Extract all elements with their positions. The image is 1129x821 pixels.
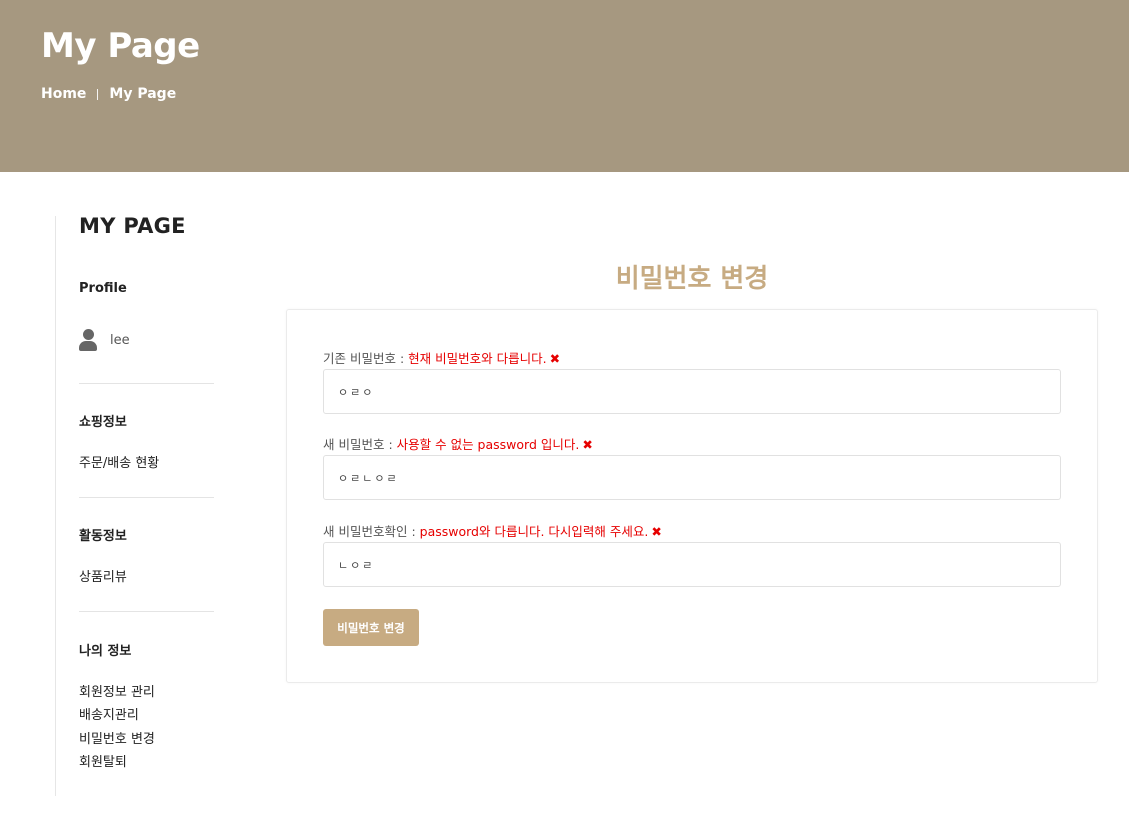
page-title: My Page [41,26,200,66]
field-label-text: 새 비밀번호확인 : [323,524,420,539]
sidebar-heading-profile: Profile [79,281,127,296]
sidebar-link-member-info[interactable]: 회원정보 관리 [79,681,155,700]
error-message: 현재 비밀번호와 다릅니다. [408,351,547,366]
error-message: password와 다릅니다. 다시입력해 주세요. [419,524,649,539]
sidebar-heading-activity: 활동정보 [79,529,127,544]
sidebar-link-order-status[interactable]: 주문/배송 현황 [79,452,159,471]
confirm-password-input[interactable] [323,542,1061,587]
change-password-button[interactable]: 비밀번호 변경 [323,609,419,646]
sidebar-link-withdraw[interactable]: 회원탈퇴 [79,751,127,770]
sidebar: MY PAGE Profile lee 쇼핑정보 주문/배송 현황 활동정보 상… [79,214,214,770]
breadcrumb-current[interactable]: My Page [109,86,176,102]
sidebar-heading-my-info: 나의 정보 [79,644,132,659]
sidebar-link-change-password[interactable]: 비밀번호 변경 [79,728,155,747]
profile-user: lee [79,329,130,351]
sidebar-border [55,216,56,796]
field-label-text: 새 비밀번호 : [323,437,397,452]
sidebar-heading-shopping: 쇼핑정보 [79,415,127,430]
password-change-form: 기존 비밀번호 : 현재 비밀번호와 다릅니다.✖ 새 비밀번호 : 사용할 수… [286,309,1098,683]
sidebar-divider [79,383,214,384]
sidebar-title: MY PAGE [79,214,186,238]
current-password-label: 기존 비밀번호 : 현재 비밀번호와 다릅니다. ✖ [323,348,560,367]
confirm-password-label: 새 비밀번호확인 : password와 다릅니다. 다시입력해 주세요. ✖ [323,521,662,540]
error-x-icon: ✖ [651,524,662,539]
breadcrumb: Home My Page [41,86,176,102]
error-x-icon: ✖ [549,351,561,366]
page-header-banner: My Page Home My Page [0,0,1129,172]
user-icon [79,329,97,351]
field-label-text: 기존 비밀번호 : [323,351,409,366]
current-password-input[interactable] [323,369,1061,414]
sidebar-link-shipping-address[interactable]: 배송지관리 [79,704,139,723]
breadcrumb-separator [97,88,99,100]
sidebar-divider [79,497,214,498]
new-password-label: 새 비밀번호 : 사용할 수 없는 password 입니다. ✖ [323,434,593,453]
new-password-input[interactable] [323,455,1061,500]
breadcrumb-home-link[interactable]: Home [41,86,86,102]
error-x-icon: ✖ [582,437,593,452]
error-message: 사용할 수 없는 password 입니다. [396,437,580,452]
sidebar-link-reviews[interactable]: 상품리뷰 [79,566,127,585]
section-heading: 비밀번호 변경 [615,264,769,294]
profile-username: lee [110,332,130,348]
sidebar-divider [79,611,214,612]
